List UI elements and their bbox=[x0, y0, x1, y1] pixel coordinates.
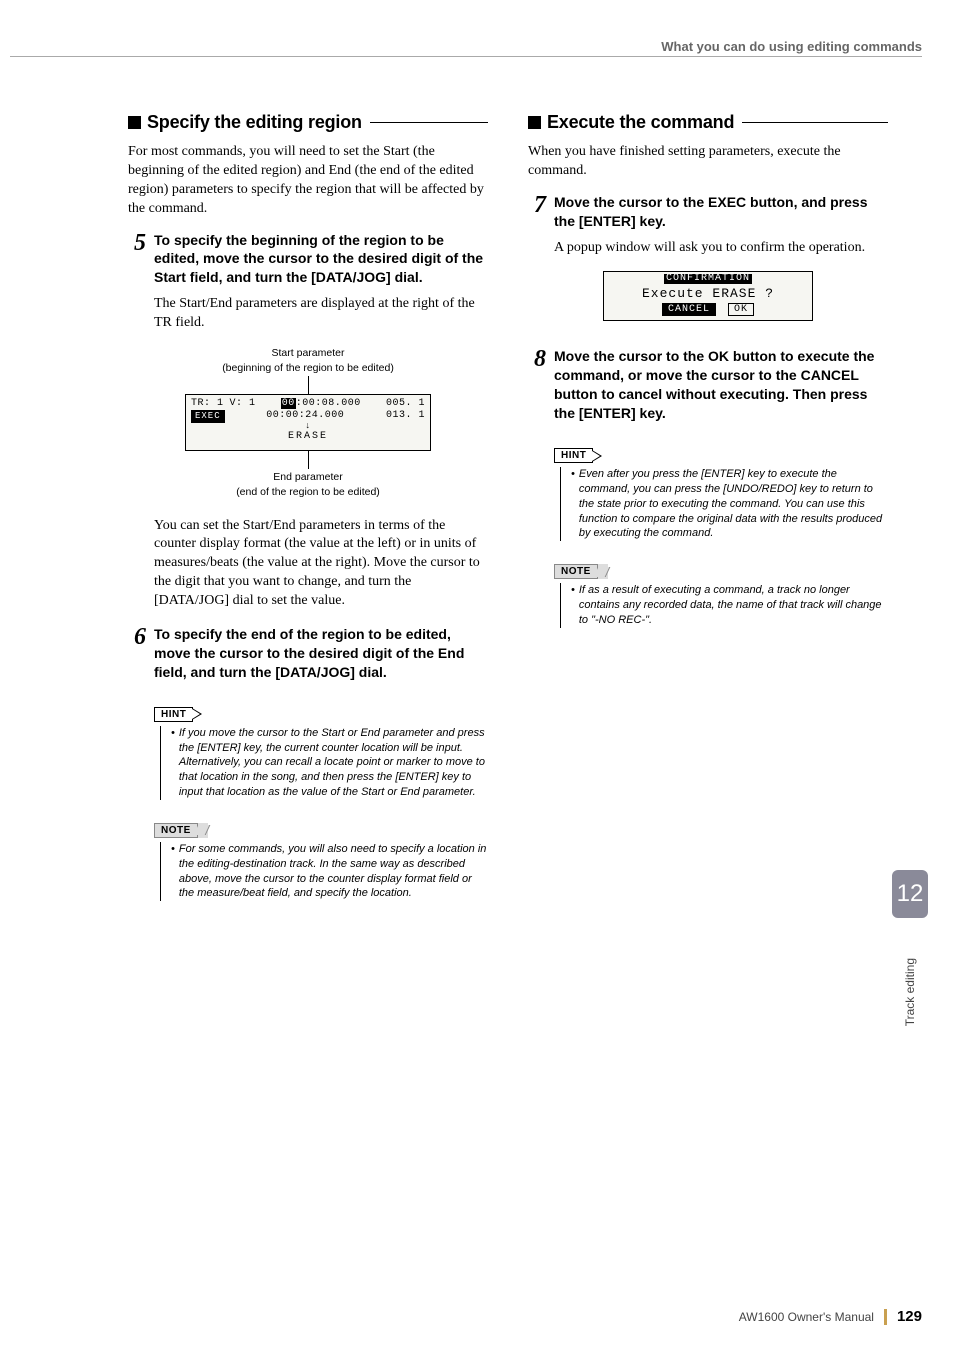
lcd-start-tc: :00:08.000 bbox=[296, 398, 361, 409]
lcd-exec-button: EXEC bbox=[191, 410, 225, 423]
step-title: Move the cursor to the OK button to exec… bbox=[554, 347, 888, 423]
pointer-line-icon bbox=[308, 451, 309, 469]
popup-title: CONFIRMATION bbox=[664, 274, 752, 284]
confirmation-popup: CONFIRMATION Execute ERASE ? CANCEL OK bbox=[603, 271, 813, 321]
header-rule bbox=[10, 56, 922, 57]
intro-paragraph: When you have finished setting parameter… bbox=[528, 143, 888, 181]
side-tab: 12 Track editing bbox=[892, 870, 928, 1026]
intro-paragraph: For most commands, you will need to set … bbox=[128, 143, 488, 219]
section-heading-left: Specify the editing region bbox=[128, 112, 488, 133]
manual-name: AW1600 Owner's Manual bbox=[739, 1310, 874, 1324]
diagram-top-caption-2: (beginning of the region to be edited) bbox=[178, 362, 438, 375]
start-end-diagram: Start parameter (beginning of the region… bbox=[178, 347, 438, 499]
step-number: 7 bbox=[528, 193, 546, 231]
lcd-screen: TR: 1 V: 1 00:00:08.000 005. 1 EXEC 00:0… bbox=[185, 394, 431, 451]
lcd-start-tc-hi: 00 bbox=[281, 398, 296, 409]
step-title: Move the cursor to the EXEC button, and … bbox=[554, 193, 888, 231]
running-head-text: What you can do using editing commands bbox=[661, 39, 922, 54]
step-title: To specify the beginning of the region t… bbox=[154, 231, 488, 288]
step-title: To specify the end of the region to be e… bbox=[154, 625, 488, 682]
diagram-top-caption-1: Start parameter bbox=[178, 347, 438, 360]
footer-bar-icon bbox=[884, 1309, 887, 1325]
step-number: 5 bbox=[128, 231, 146, 288]
step-number: 6 bbox=[128, 625, 146, 682]
page-footer: AW1600 Owner's Manual 129 bbox=[739, 1308, 922, 1325]
chapter-badge: 12 bbox=[892, 870, 928, 918]
bullet-icon: • bbox=[571, 467, 575, 541]
hint-block: • Even after you press the [ENTER] key t… bbox=[560, 467, 888, 541]
step-5-body: The Start/End parameters are displayed a… bbox=[154, 295, 488, 333]
tag-tail-icon bbox=[192, 708, 202, 720]
step-7-body: A popup window will ask you to confirm t… bbox=[554, 239, 888, 258]
running-head: What you can do using editing commands bbox=[0, 36, 922, 56]
note-label: NOTE bbox=[154, 823, 198, 838]
note-block: • If as a result of executing a command,… bbox=[560, 583, 888, 628]
note-text: If as a result of executing a command, a… bbox=[579, 583, 888, 628]
step-number: 8 bbox=[528, 347, 546, 423]
section-heading-right: Execute the command bbox=[528, 112, 888, 133]
lcd-erase-label: ERASE bbox=[191, 431, 425, 443]
square-bullet-icon bbox=[128, 116, 141, 129]
right-column: Execute the command When you have finish… bbox=[528, 112, 888, 921]
lcd-v: V: 1 bbox=[230, 398, 256, 410]
tag-tail-icon bbox=[592, 450, 602, 462]
page-number: 129 bbox=[897, 1308, 922, 1325]
square-bullet-icon bbox=[528, 116, 541, 129]
diagram-bottom-caption-1: End parameter bbox=[178, 471, 438, 484]
lcd-start-mb: 005. 1 bbox=[386, 398, 425, 410]
after-diagram-text: You can set the Start/End parameters in … bbox=[154, 517, 488, 611]
hint-label: HINT bbox=[554, 448, 593, 463]
hint-text: If you move the cursor to the Start or E… bbox=[179, 726, 488, 800]
bullet-icon: • bbox=[171, 842, 175, 901]
left-column: Specify the editing region For most comm… bbox=[128, 112, 488, 921]
step-7: 7 Move the cursor to the EXEC button, an… bbox=[528, 193, 888, 231]
popup-ok-button: OK bbox=[728, 303, 754, 316]
step-6: 6 To specify the end of the region to be… bbox=[128, 625, 488, 682]
hint-block: • If you move the cursor to the Start or… bbox=[160, 726, 488, 800]
section-title: Execute the command bbox=[547, 112, 734, 133]
step-8: 8 Move the cursor to the OK button to ex… bbox=[528, 347, 888, 423]
note-tag: NOTE bbox=[154, 823, 208, 838]
diagram-bottom-caption-2: (end of the region to be edited) bbox=[178, 486, 438, 499]
hint-text: Even after you press the [ENTER] key to … bbox=[579, 467, 888, 541]
heading-rule bbox=[370, 122, 488, 123]
step-5: 5 To specify the beginning of the region… bbox=[128, 231, 488, 288]
section-title: Specify the editing region bbox=[147, 112, 362, 133]
note-label: NOTE bbox=[554, 564, 598, 579]
hint-tag: HINT bbox=[554, 448, 602, 463]
bullet-icon: • bbox=[171, 726, 175, 800]
note-block: • For some commands, you will also need … bbox=[160, 842, 488, 901]
note-tag: NOTE bbox=[554, 564, 608, 579]
hint-tag: HINT bbox=[154, 707, 202, 722]
popup-message: Execute ERASE ? bbox=[606, 286, 810, 301]
lcd-tr: TR: 1 bbox=[191, 398, 224, 410]
pointer-line-icon bbox=[308, 376, 309, 394]
heading-rule bbox=[742, 122, 888, 123]
page-columns: Specify the editing region For most comm… bbox=[128, 112, 888, 921]
bullet-icon: • bbox=[571, 583, 575, 628]
popup-cancel-button: CANCEL bbox=[662, 303, 716, 316]
note-text: For some commands, you will also need to… bbox=[179, 842, 488, 901]
side-label: Track editing bbox=[903, 958, 917, 1026]
hint-label: HINT bbox=[154, 707, 193, 722]
lcd-end-mb: 013. 1 bbox=[386, 410, 425, 423]
